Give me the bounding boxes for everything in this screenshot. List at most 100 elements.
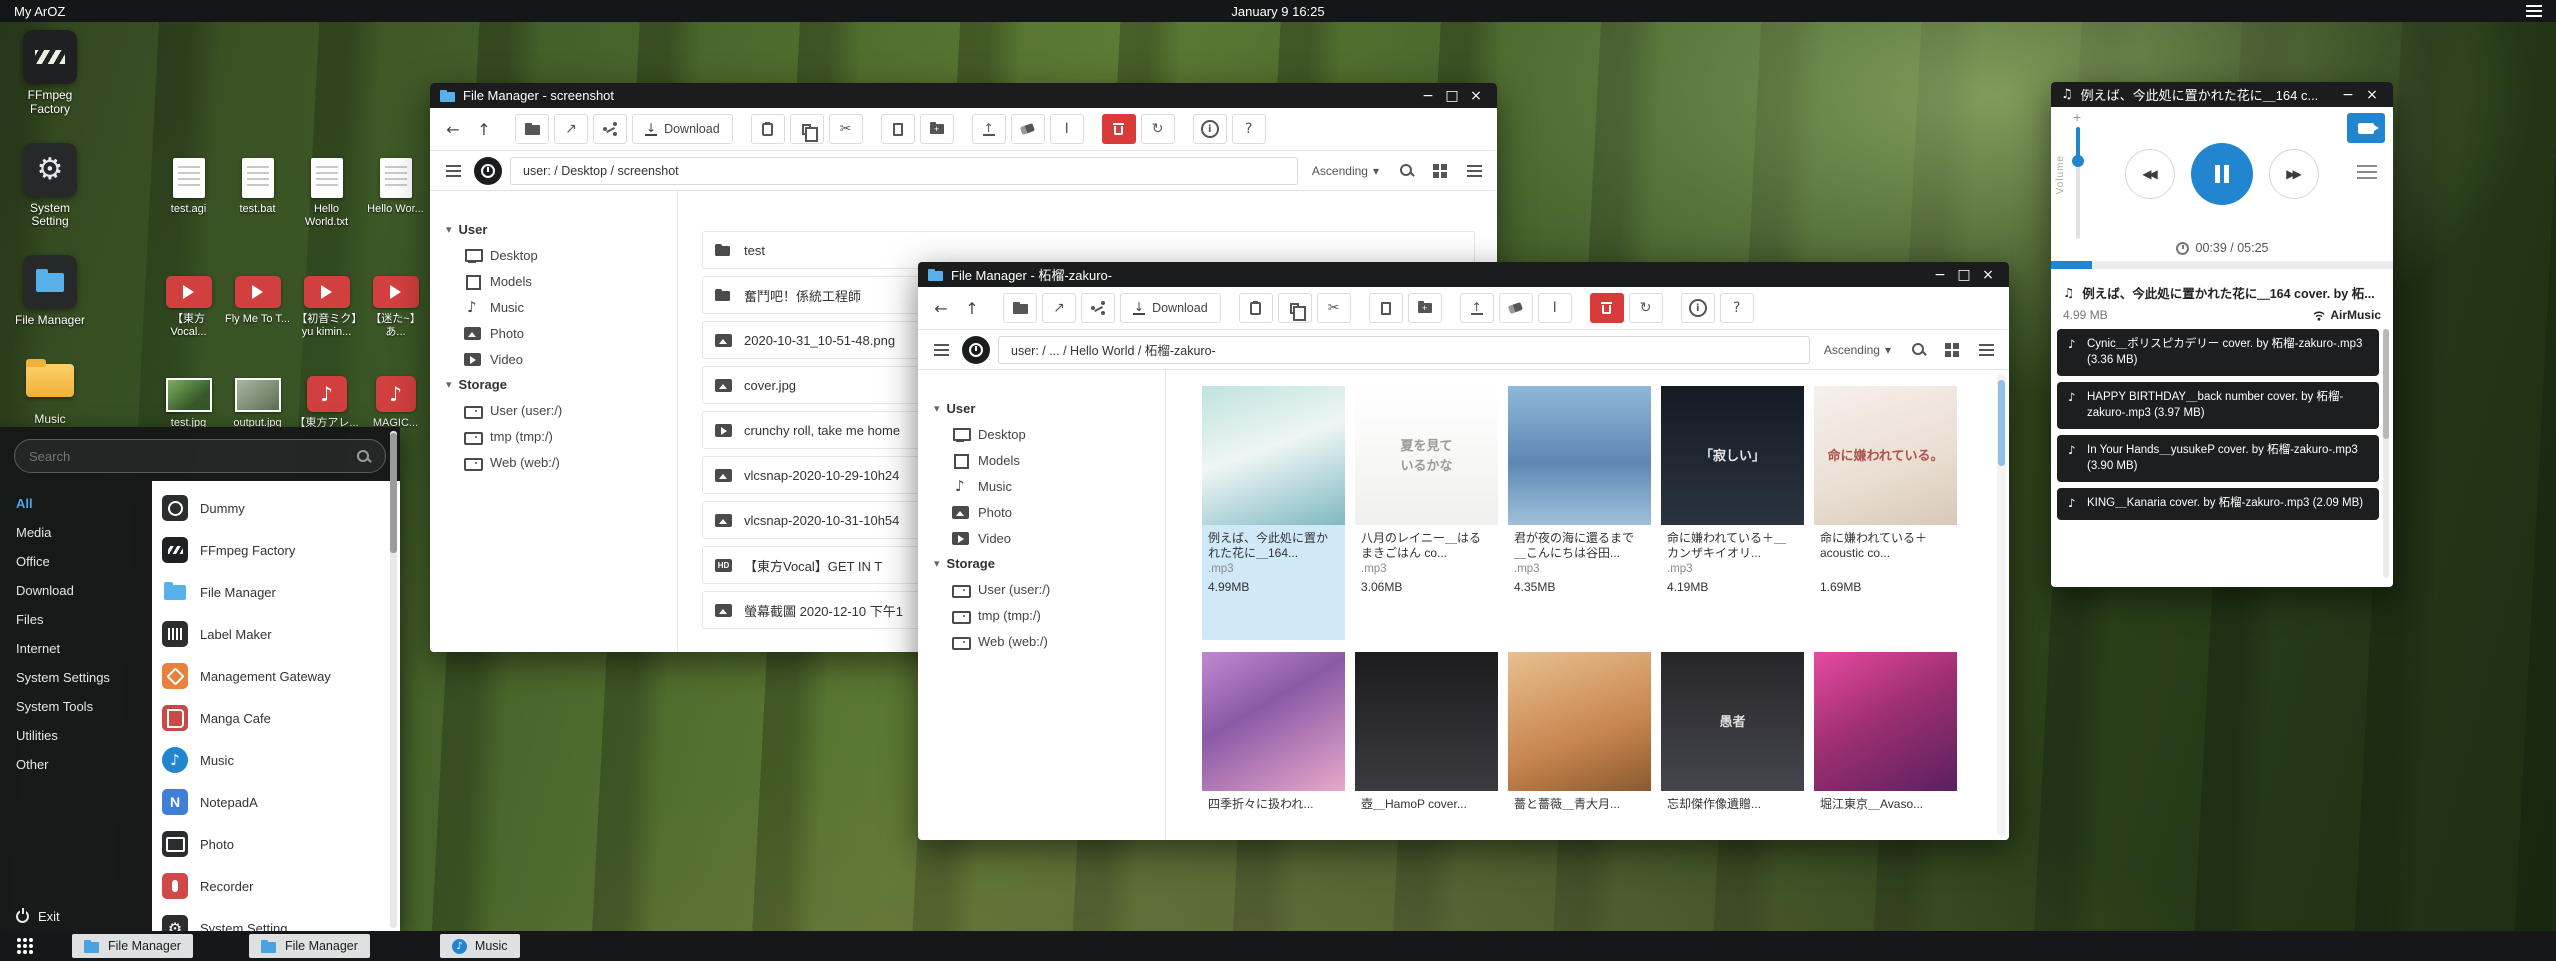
file-tile[interactable]: 愚者 忘却傑作像遺贈... [1661,652,1804,840]
category-item[interactable]: Files [0,605,152,634]
open-in-new-button[interactable]: ↗ [1042,293,1076,323]
sidebar-item[interactable]: Models [430,268,677,294]
new-folder-button[interactable] [1408,293,1442,323]
up-button[interactable]: ↑ [959,293,985,323]
app-item[interactable]: Photo [162,823,386,865]
open-button[interactable] [1003,293,1037,323]
exit-button[interactable]: Exit [0,909,152,924]
titlebar[interactable]: File Manager - screenshot − □ × [430,83,1497,108]
sort-select[interactable]: Ascending▾ [1818,343,1897,357]
sidebar-section-storage[interactable]: ▾Storage [430,372,677,397]
refresh-button[interactable]: ↻ [1141,114,1175,144]
category-item[interactable]: Download [0,576,152,605]
volume-up-icon[interactable]: + [2073,109,2081,125]
scrollbar-thumb[interactable] [390,481,397,553]
maximize-button[interactable]: □ [1953,267,1975,283]
desktop-file[interactable]: 【初音ミク】yu kimin... [294,260,359,338]
progress-bar[interactable] [2051,261,2393,269]
list-view-button[interactable] [1461,156,1487,186]
menu-button[interactable] [440,156,466,186]
new-folder-button[interactable] [920,114,954,144]
app-item[interactable]: Label Maker [162,613,386,655]
app-item[interactable]: Recorder [162,865,386,907]
category-item[interactable]: Other [0,750,152,779]
titlebar[interactable]: File Manager - 柘榴-zakuro- − □ × [918,262,2009,287]
scrollbar[interactable] [390,481,397,928]
app-item[interactable]: FFmpeg Factory [162,529,386,571]
scrollbar[interactable] [2383,329,2389,578]
app-item[interactable]: NotepadA [162,781,386,823]
share-button[interactable] [1081,293,1115,323]
sidebar-item[interactable]: Video [430,346,677,372]
app-item[interactable]: Dummy [162,487,386,529]
copy-button[interactable] [790,114,824,144]
scrollbar[interactable] [1997,374,2006,836]
sidebar-item[interactable]: User (user:/) [430,397,677,423]
grid-view-button[interactable] [1939,335,1965,365]
playlist-item[interactable]: HAPPY BIRTHDAY＿back number cover. by 柘榴-… [2057,382,2379,429]
close-button[interactable]: × [2361,87,2383,103]
help-button[interactable]: ? [1232,114,1266,144]
cut-button[interactable]: ✂ [829,114,863,144]
app-item[interactable]: Music [162,739,386,781]
back-button[interactable]: ← [928,293,954,323]
playlist-item[interactable]: In Your Hands＿yusukeP cover. by 柘榴-zakur… [2057,435,2379,482]
paste-button[interactable] [1239,293,1273,323]
sidebar-item[interactable]: Web (web:/) [430,449,677,475]
file-tile[interactable]: 「寂しい」 命に嫌われている＋＿カンザキイオリ... .mp3 4.19MB [1661,386,1804,640]
sidebar-item[interactable]: Video [918,525,1165,551]
info-button[interactable]: i [1681,293,1715,323]
up-button[interactable]: ↑ [471,114,497,144]
sidebar-item[interactable]: tmp (tmp:/) [430,423,677,449]
file-tile[interactable]: 夏を見て いるかな 八月のレイニー＿はるまきごはん co... .mp3 3.0… [1355,386,1498,640]
menu-button[interactable] [928,335,954,365]
delete-button[interactable] [1102,114,1136,144]
file-tile[interactable]: 壺＿HamoP cover... [1355,652,1498,840]
taskbar-app[interactable]: Music [440,934,520,958]
sidebar-section-user[interactable]: ▾User [918,396,1165,421]
rename-button[interactable]: I [1050,114,1084,144]
minimize-button[interactable]: − [1929,267,1951,283]
download-button[interactable]: ↓Download [1120,293,1221,323]
playlist-item[interactable]: Cynic＿ポリスピカデリー cover. by 柘榴-zakuro-.mp3 … [2057,329,2379,376]
info-button[interactable]: i [1193,114,1227,144]
sidebar-item[interactable]: Models [918,447,1165,473]
desktop-file[interactable]: test.bat [225,150,290,228]
search-input[interactable] [29,449,356,464]
delete-button[interactable] [1590,293,1624,323]
previous-button[interactable]: ◀◀ [2125,149,2175,199]
search-button[interactable] [1905,335,1931,365]
desktop-file[interactable]: test.jpg [156,364,221,430]
path-bar[interactable]: user: / Desktop / screenshot [510,157,1298,185]
app-item[interactable]: System Setting [162,907,386,932]
new-file-button[interactable] [1369,293,1403,323]
file-tile[interactable]: 例えば、今此処に置かれた花に＿164... .mp3 4.99MB [1202,386,1345,640]
desktop-file[interactable]: Fly Me To T... [225,260,290,338]
sidebar-item[interactable]: Desktop [430,242,677,268]
new-file-button[interactable] [881,114,915,144]
upload-button[interactable]: ↑ [972,114,1006,144]
minimize-button[interactable]: − [1417,88,1439,104]
category-item[interactable]: System Settings [0,663,152,692]
sidebar-item[interactable]: User (user:/) [918,576,1165,602]
playlist-item[interactable]: KING＿Kanaria cover. by 柘榴-zakuro-.mp3 (2… [2057,488,2379,520]
file-tile[interactable]: 君が夜の海に還るまで＿こんにちは谷田... .mp3 4.35MB [1508,386,1651,640]
desktop-icon[interactable]: FFmpeg Factory [14,30,86,117]
recent-files-button[interactable] [962,336,990,364]
sidebar-item[interactable]: Web (web:/) [918,628,1165,654]
category-item[interactable]: Office [0,547,152,576]
refresh-button[interactable]: ↻ [1629,293,1663,323]
desktop-file[interactable]: test.agi [156,150,221,228]
desktop-icon[interactable]: System Setting [14,143,86,230]
help-button[interactable]: ? [1720,293,1754,323]
cast-button[interactable] [2347,113,2385,143]
category-item[interactable]: All [0,489,152,518]
sidebar-section-storage[interactable]: ▾Storage [918,551,1165,576]
sidebar-item[interactable]: tmp (tmp:/) [918,602,1165,628]
sidebar-section-user[interactable]: ▾User [430,217,677,242]
rename-button[interactable]: I [1538,293,1572,323]
hamburger-menu-icon[interactable] [2526,5,2542,17]
desktop-icon[interactable]: Music [14,354,86,427]
taskbar-app[interactable]: File Manager [72,934,193,958]
close-button[interactable]: × [1977,267,1999,283]
